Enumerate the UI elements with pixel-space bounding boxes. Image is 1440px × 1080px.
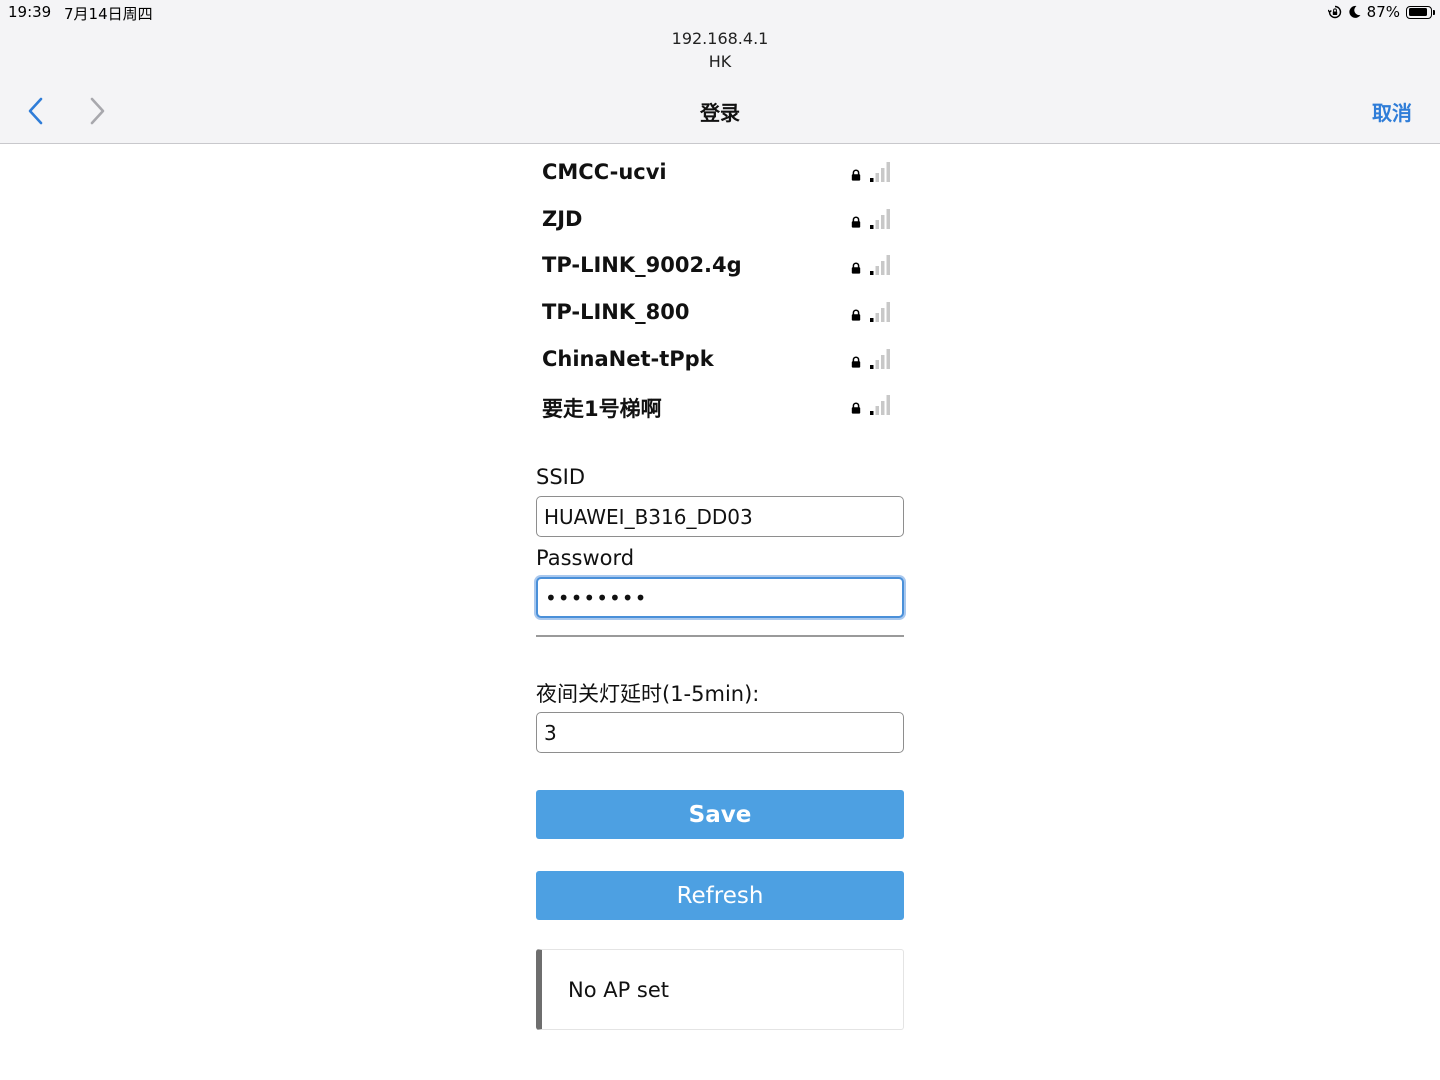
status-message-box: No AP set [536,949,904,1030]
signal-bar [881,168,885,182]
signal-strength-icon [870,162,890,182]
lock-icon [851,216,861,228]
signal-strength-icon [870,255,890,276]
network-item[interactable]: ChinaNet-tPpk [536,332,904,379]
network-ssid: ZJD [542,206,583,231]
signal-strength-icon [870,348,890,369]
status-date: 7月14日周四 [64,5,153,23]
site-name: HK [708,52,732,71]
cancel-button[interactable]: 取消 [1372,97,1412,126]
signal-bar [881,261,885,276]
password-input[interactable] [536,577,904,618]
divider [536,635,904,637]
signal-bar [886,302,890,323]
browser-top-bar: 19:39 7月14日周四 87% 192.168.4.1 HK 登录 取消 [0,0,1440,144]
network-item[interactable]: TP-LINK_800 [536,285,904,332]
signal-bar [881,214,885,229]
ssid-input[interactable] [536,496,904,537]
lock-icon [851,402,861,415]
network-ssid: 要走1号梯啊 [542,397,662,422]
signal-bar [875,406,879,416]
wifi-config-form: CMCC-ucvi ZJD TP-LINK_9002.4g TP-LINK_800 Ch… [536,145,904,1030]
orientation-lock-icon [1327,5,1341,19]
password-label: Password [536,546,635,570]
network-item[interactable]: 要走1号梯啊 [536,378,904,425]
signal-bar [875,313,879,323]
network-ssid: TP-LINK_800 [542,300,690,325]
signal-bar [881,401,885,416]
network-item[interactable]: CMCC-ucvi [536,145,904,192]
signal-bar [870,364,874,369]
night-light-delay-input[interactable] [536,712,904,753]
signal-bar [881,308,885,323]
lock-icon [851,262,861,274]
signal-bar [870,224,874,229]
network-item[interactable]: TP-LINK_9002.4g [536,238,904,285]
signal-bar [875,173,879,182]
ssid-label: SSID [536,465,586,489]
network-ssid: ChinaNet-tPpk [542,346,714,371]
moon-icon [1349,5,1361,18]
signal-bar [886,162,890,182]
signal-bar [875,266,879,276]
network-list: CMCC-ucvi ZJD TP-LINK_9002.4g TP-LINK_800 Ch… [536,145,904,425]
signal-bar [870,318,874,323]
battery-percent: 87% [1366,3,1400,21]
night-light-delay-label: 夜间关灯延时(1-5min): [536,682,760,706]
status-time: 19:39 [8,3,52,21]
signal-bar [870,271,874,276]
lock-icon [851,309,861,321]
lock-icon [851,356,861,368]
signal-bar [886,208,890,229]
status-message: No AP set [568,978,670,1002]
signal-bar [886,395,890,416]
signal-strength-icon [870,208,890,229]
signal-bar [870,178,874,182]
signal-bar [886,348,890,369]
battery-level [1408,8,1427,16]
signal-strength-icon [870,395,890,416]
save-button[interactable]: Save [536,790,904,839]
network-item[interactable]: ZJD [536,192,904,239]
signal-strength-icon [870,302,890,323]
signal-bar [886,255,890,276]
status-indicators: 87% [1327,3,1435,21]
page-title: 登录 [700,101,740,125]
battery-icon [1406,5,1435,19]
signal-bar [875,359,879,369]
signal-bar [870,411,874,416]
signal-bar [875,219,879,229]
lock-icon [851,169,861,181]
network-ssid: TP-LINK_9002.4g [542,253,742,278]
refresh-button[interactable]: Refresh [536,871,904,920]
network-ssid: CMCC-ucvi [542,160,667,184]
page-url: 192.168.4.1 [671,29,769,48]
signal-bar [881,354,885,369]
